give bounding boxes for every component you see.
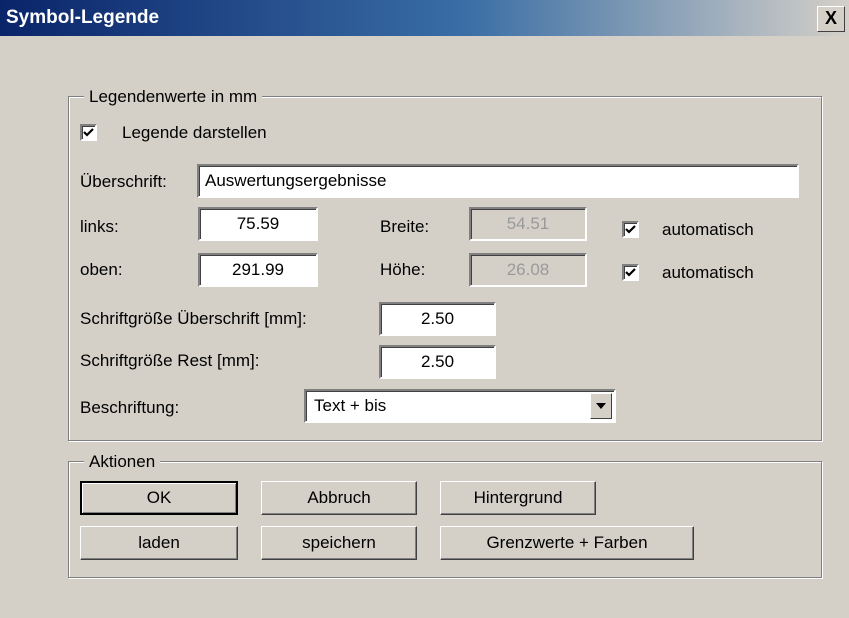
- auto-width-checkbox[interactable]: [622, 221, 639, 238]
- window-title: Symbol-Legende: [6, 7, 160, 28]
- chevron-down-icon[interactable]: [590, 393, 612, 419]
- width-input: 54.51: [469, 207, 587, 241]
- width-label: Breite:: [380, 217, 430, 236]
- caption-label: Beschriftung:: [80, 398, 180, 417]
- rest-font-size-input[interactable]: 2.50: [379, 345, 496, 379]
- show-legend-checkbox[interactable]: [80, 124, 97, 141]
- heading-font-size-input[interactable]: 2.50: [379, 302, 496, 336]
- heading-input[interactable]: Auswertungsergebnisse: [197, 164, 799, 198]
- title-bar: Symbol-Legende X: [0, 0, 849, 36]
- close-button[interactable]: X: [817, 6, 845, 32]
- save-button[interactable]: speichern: [261, 526, 417, 560]
- left-input[interactable]: 75.59: [198, 207, 318, 241]
- caption-select-value: Text + bis: [314, 396, 387, 415]
- background-button[interactable]: Hintergrund: [440, 481, 596, 515]
- height-input: 26.08: [469, 253, 587, 287]
- auto-height-label: automatisch: [662, 263, 754, 282]
- top-label: oben:: [80, 260, 123, 279]
- actions-group: [68, 461, 822, 578]
- auto-width-label: automatisch: [662, 220, 754, 239]
- left-label: links:: [80, 217, 119, 236]
- height-label: Höhe:: [380, 260, 426, 279]
- auto-height-checkbox[interactable]: [622, 264, 639, 281]
- heading-label: Überschrift:: [80, 172, 167, 191]
- rest-font-size-label: Schriftgröße Rest [mm]:: [80, 351, 260, 370]
- show-legend-label: Legende darstellen: [122, 123, 267, 142]
- load-button[interactable]: laden: [80, 526, 238, 560]
- top-input[interactable]: 291.99: [198, 253, 318, 287]
- ok-button[interactable]: OK: [80, 481, 238, 515]
- actions-group-title: Aktionen: [84, 452, 161, 472]
- limits-colors-button[interactable]: Grenzwerte + Farben: [440, 526, 694, 560]
- cancel-button[interactable]: Abbruch: [261, 481, 417, 515]
- caption-select[interactable]: Text + bis: [304, 389, 616, 423]
- legend-values-group-title: Legendenwerte in mm: [84, 87, 263, 107]
- heading-font-size-label: Schriftgröße Überschrift [mm]:: [80, 309, 307, 328]
